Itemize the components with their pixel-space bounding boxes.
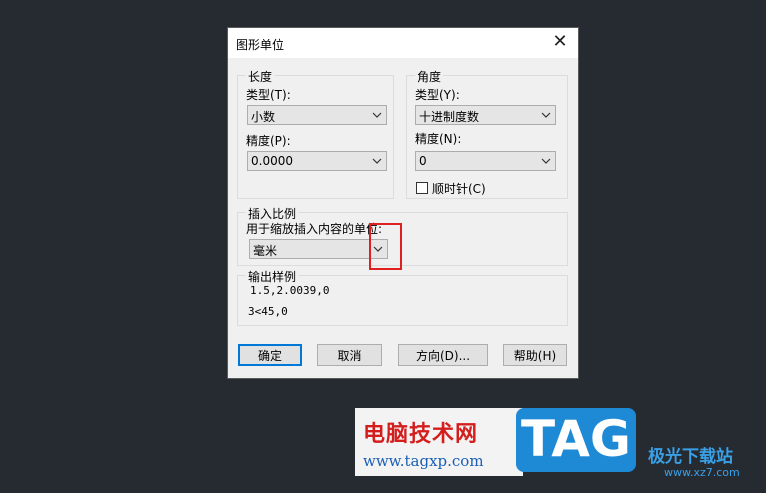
angle-precision-value: 0 bbox=[419, 154, 427, 168]
insert-units-label: 用于缩放插入内容的单位: bbox=[246, 222, 383, 236]
length-type-value: 小数 bbox=[251, 110, 276, 124]
clockwise-label[interactable]: 顺时针(C) bbox=[432, 180, 486, 197]
length-precision-value: 0.0000 bbox=[251, 154, 293, 168]
angle-precision-select[interactable]: 0 bbox=[415, 151, 556, 171]
chevron-down-icon bbox=[541, 112, 551, 118]
dialog-title: 图形单位 bbox=[236, 38, 285, 52]
insert-units-select[interactable]: 毫米 bbox=[249, 239, 388, 259]
angle-type-label: 类型(Y): bbox=[415, 88, 460, 102]
watermark2-site-url: www.xz7.com bbox=[664, 466, 740, 479]
length-type-label: 类型(T): bbox=[246, 88, 291, 102]
ok-button[interactable]: 确定 bbox=[238, 344, 302, 366]
length-precision-select[interactable]: 0.0000 bbox=[247, 151, 387, 171]
angle-group: 角度 类型(Y): 十进制度数 精度(N): 0 顺时针(C) bbox=[406, 68, 568, 199]
angle-type-value: 十进制度数 bbox=[419, 110, 480, 124]
insert-units-value: 毫米 bbox=[253, 244, 278, 258]
length-group: 长度 类型(T): 小数 精度(P): 0.0000 bbox=[237, 68, 394, 199]
angle-type-select[interactable]: 十进制度数 bbox=[415, 105, 556, 125]
close-icon[interactable]: ✕ bbox=[548, 31, 572, 55]
chevron-down-icon bbox=[372, 158, 382, 164]
tag-logo: TAG bbox=[516, 408, 636, 472]
angle-precision-label: 精度(N): bbox=[415, 132, 462, 146]
length-group-title: 长度 bbox=[246, 68, 275, 85]
length-precision-label: 精度(P): bbox=[246, 134, 291, 148]
length-type-select[interactable]: 小数 bbox=[247, 105, 387, 125]
units-dialog: 图形单位 ✕ 长度 类型(T): 小数 精度(P): 0.0000 角度 类型(… bbox=[227, 27, 579, 379]
dialog-titlebar[interactable]: 图形单位 ✕ bbox=[228, 28, 578, 58]
help-button[interactable]: 帮助(H) bbox=[503, 344, 567, 366]
sample-output-group-title: 输出样例 bbox=[246, 268, 299, 285]
tag-logo-text: TAG bbox=[521, 410, 631, 468]
clockwise-checkbox[interactable] bbox=[416, 182, 428, 194]
highlight-box bbox=[369, 223, 402, 270]
watermark-site-name: 电脑技术网 bbox=[363, 422, 479, 447]
angle-group-title: 角度 bbox=[415, 68, 444, 85]
watermark-site-url: www.tagxp.com bbox=[363, 452, 484, 470]
insert-scale-group: 插入比例 用于缩放插入内容的单位: 毫米 bbox=[237, 205, 568, 266]
sample-output-line2: 3<45,0 bbox=[248, 305, 288, 318]
sample-output-line1: 1.5,2.0039,0 bbox=[250, 284, 330, 297]
sample-output-group: 输出样例 1.5,2.0039,0 3<45,0 bbox=[237, 268, 568, 326]
direction-button[interactable]: 方向(D)... bbox=[398, 344, 488, 366]
watermark2-site-name: 极光下载站 bbox=[648, 447, 733, 467]
watermark-panel: 电脑技术网 www.tagxp.com bbox=[355, 408, 523, 476]
cancel-button[interactable]: 取消 bbox=[317, 344, 382, 366]
chevron-down-icon bbox=[372, 112, 382, 118]
chevron-down-icon bbox=[541, 158, 551, 164]
